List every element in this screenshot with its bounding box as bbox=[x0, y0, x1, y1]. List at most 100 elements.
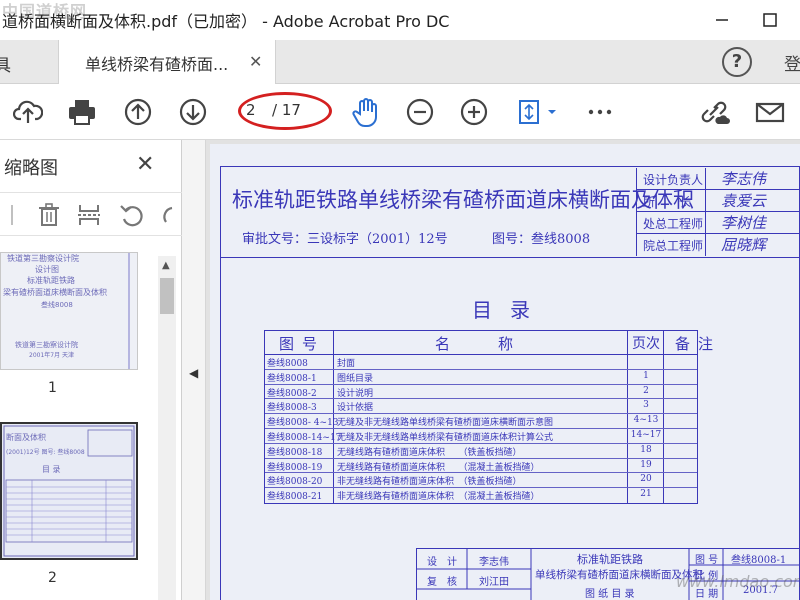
toolbar: 2 / 17 bbox=[0, 84, 800, 140]
toc-cell-fig: 叁线8008-2 bbox=[267, 388, 317, 399]
thumbnail-1-line-1: 铁道第三勘察设计院 bbox=[7, 253, 79, 263]
maximize-button[interactable] bbox=[756, 6, 784, 34]
signin-button[interactable]: 登 bbox=[784, 50, 800, 75]
thumbnail-1-line-3: 标准轨距铁路 bbox=[27, 275, 75, 285]
toc-cell-name: 设计说明 bbox=[337, 388, 374, 399]
toc-table: 图号 名称 页次 备注 叁线8008 封面 叁线8008-1 图纸目录 1 叁线8008-… bbox=[264, 330, 713, 504]
toc-cell-name: 非无缝线路有碴桥面道床体积 （铁盖板挡碴） bbox=[337, 477, 522, 488]
help-button[interactable]: ? bbox=[722, 47, 752, 77]
thumbnail-2-line-2: (2001)12号 图号: 叁线8008 bbox=[6, 448, 85, 456]
toc-cell-name: 无缝线路有碴桥面道床体积 （混凝土盖板挡碴） bbox=[337, 462, 540, 473]
toc-cell-name: 设计依据 bbox=[337, 403, 374, 414]
toc-cell-page: 20 bbox=[640, 474, 652, 485]
titleblock-fig-label: 图 号 bbox=[695, 555, 719, 566]
titleblock-review-label: 复 核 bbox=[427, 577, 457, 588]
watermark-bottom: www.lmdao.com bbox=[676, 572, 800, 591]
thumbnail-1-line-6: 铁道第三勘察设计院 bbox=[15, 340, 78, 349]
toc-cell-page: 3 bbox=[643, 400, 649, 411]
fit-page-icon[interactable] bbox=[514, 96, 560, 128]
toc-cell-name: 非无缝线路有碴桥面道床体积 （混凝土盖板挡碴） bbox=[337, 492, 540, 503]
maximize-icon bbox=[763, 13, 777, 27]
signature-name: 李志伟 bbox=[721, 170, 767, 188]
page-number-field[interactable]: 2 / 17 bbox=[240, 97, 330, 125]
panel-tools bbox=[0, 192, 182, 236]
rotate-right-icon[interactable] bbox=[160, 202, 180, 228]
toc-header-note: 备注 bbox=[675, 335, 722, 353]
thumbnail-page-1[interactable]: 铁道第三勘察设计院 设计图 标准轨距铁路 梁有碴桥面道床横断面及体积 叁线800… bbox=[0, 252, 138, 370]
thumbnail-page-2-preview: 断面及体积 (2001)12号 图号: 叁线8008 目 录 bbox=[2, 424, 136, 558]
page-total: / 17 bbox=[272, 101, 301, 119]
cloud-upload-icon[interactable] bbox=[12, 96, 44, 128]
titleblock-review-name: 刘江田 bbox=[479, 577, 509, 588]
panel-close-button[interactable]: ✕ bbox=[136, 152, 154, 177]
tab-home-label: 具 bbox=[0, 56, 11, 76]
toc-cell-fig: 叁线8008-14~17 bbox=[267, 432, 342, 443]
tab-bar: 具 单线桥梁有碴桥面... ✕ ? 登 bbox=[0, 40, 800, 84]
page-current[interactable]: 2 bbox=[246, 101, 256, 119]
tab-home[interactable]: 具 bbox=[0, 40, 58, 84]
rotate-left-icon[interactable] bbox=[118, 202, 146, 228]
collapse-panel-arrow[interactable]: ◀ bbox=[189, 366, 198, 380]
toc-cell-name: 无缝及非无缝线路单线桥梁有碴桥面道床体积计算公式 bbox=[337, 432, 554, 443]
more-icon[interactable] bbox=[584, 96, 616, 128]
page-up-icon[interactable] bbox=[122, 96, 154, 128]
print-icon[interactable] bbox=[66, 96, 98, 128]
toc-row: 叁线8008-19 无缝线路有碴桥面道床体积 （混凝土盖板挡碴） 19 bbox=[265, 459, 697, 474]
panel-splitter[interactable]: ◀ bbox=[182, 140, 206, 600]
toc-cell-fig: 叁线8008-20 bbox=[267, 477, 323, 488]
toc-cell-fig: 叁线8008-19 bbox=[267, 462, 323, 473]
thumbnail-scrollbar[interactable]: ▲ bbox=[158, 256, 176, 600]
delete-icon[interactable] bbox=[36, 202, 62, 228]
signature-table: 设计负责人 李志伟 所 长 袁爱云 处总工程师 李树佳 院总工程师 屈晓辉 bbox=[636, 168, 800, 256]
titleblock-design-label: 设 计 bbox=[427, 557, 457, 568]
thumbnail-1-line-5: 叁线8008 bbox=[41, 300, 73, 309]
hand-tool-icon[interactable] bbox=[350, 96, 382, 128]
tab-close-button[interactable]: ✕ bbox=[249, 52, 262, 71]
toc-cell-fig: 叁线8008- 4~13 bbox=[267, 418, 339, 429]
signature-name: 袁爱云 bbox=[721, 192, 767, 210]
toc-row: 叁线8008-14~17 无缝及非无缝线路单线桥梁有碴桥面道床体积计算公式 14~1… bbox=[265, 429, 697, 444]
toc-row: 叁线8008-21 非无缝线路有碴桥面道床体积 （混凝土盖板挡碴） 21 bbox=[265, 488, 697, 503]
document-view[interactable]: 标准轨距铁路单线桥梁有碴桥面道床横断面及体积 审批文号：三设标字（2001）12… bbox=[206, 140, 800, 600]
thumbnail-2-number: 2 bbox=[48, 570, 57, 586]
toc-cell-fig: 叁线8008-18 bbox=[267, 447, 323, 458]
toc-cell-page: 14~17 bbox=[630, 429, 662, 440]
thumbnails-panel: 缩略图 ✕ 铁道第三勘察设计院 设计图 标准轨距铁路 梁有碴桥面道床横断面及体积… bbox=[0, 140, 182, 600]
toc-cell-page: 2 bbox=[643, 385, 649, 396]
page-down-icon[interactable] bbox=[177, 96, 209, 128]
tab-document[interactable]: 单线桥梁有碴桥面... ✕ bbox=[58, 40, 276, 84]
thumbnail-page-2[interactable]: 断面及体积 (2001)12号 图号: 叁线8008 目 录 bbox=[0, 422, 138, 560]
toc-row: 叁线8008- 4~13 无缝及非无缝线路单线桥梁有碴桥面道床横断面示意图 4~13 bbox=[265, 414, 697, 429]
minimize-icon bbox=[716, 19, 728, 21]
email-icon[interactable] bbox=[754, 96, 786, 128]
share-link-icon[interactable] bbox=[698, 96, 730, 128]
thumbnail-1-line-4: 梁有碴桥面道床横断面及体积 bbox=[3, 287, 107, 297]
approval-number: 审批文号：三设标字（2001）12号 bbox=[242, 232, 448, 247]
zoom-out-icon[interactable] bbox=[404, 96, 436, 128]
scroll-thumb[interactable] bbox=[160, 278, 174, 314]
thumbnail-1-number: 1 bbox=[48, 380, 57, 396]
toc-cell-name: 无缝及非无缝线路单线桥梁有碴桥面道床横断面示意图 bbox=[337, 418, 554, 429]
document-title: 标准轨距铁路单线桥梁有碴桥面道床横断面及体积 bbox=[232, 188, 694, 212]
zoom-in-icon[interactable] bbox=[458, 96, 490, 128]
toc-row: 叁线8008 封面 bbox=[265, 355, 697, 370]
signature-name: 屈晓辉 bbox=[721, 236, 767, 254]
toc-cell-page: 1 bbox=[643, 370, 649, 381]
scroll-up-arrow[interactable]: ▲ bbox=[162, 260, 170, 271]
signature-role: 所 长 bbox=[643, 195, 692, 209]
figure-number: 图号：叁线8008 bbox=[492, 232, 591, 247]
signature-role: 院总工程师 bbox=[643, 239, 704, 253]
toc-header-fig: 图号 bbox=[279, 335, 326, 353]
toc-row: 叁线8008-2 设计说明 2 bbox=[265, 385, 697, 400]
titleblock-main-title-1: 标准轨距铁路 bbox=[577, 553, 643, 566]
minimize-button[interactable] bbox=[708, 6, 736, 34]
toc-rows: 叁线8008 封面 叁线8008-1 图纸目录 1 叁线8008-2 设计说明 2 叁线8008… bbox=[265, 355, 697, 503]
extract-pages-icon[interactable] bbox=[76, 202, 102, 228]
panel-tool-divider bbox=[11, 205, 13, 225]
signature-row: 设计负责人 李志伟 bbox=[637, 168, 800, 190]
toc-cell-page: 21 bbox=[640, 489, 652, 500]
titleblock-main-title-3: 图 纸 目 录 bbox=[585, 589, 635, 600]
document-page: 标准轨距铁路单线桥梁有碴桥面道床横断面及体积 审批文号：三设标字（2001）12… bbox=[210, 144, 800, 600]
toc-cell-fig: 叁线8008 bbox=[267, 359, 308, 369]
thumbnail-2-line-1: 断面及体积 bbox=[6, 432, 46, 442]
